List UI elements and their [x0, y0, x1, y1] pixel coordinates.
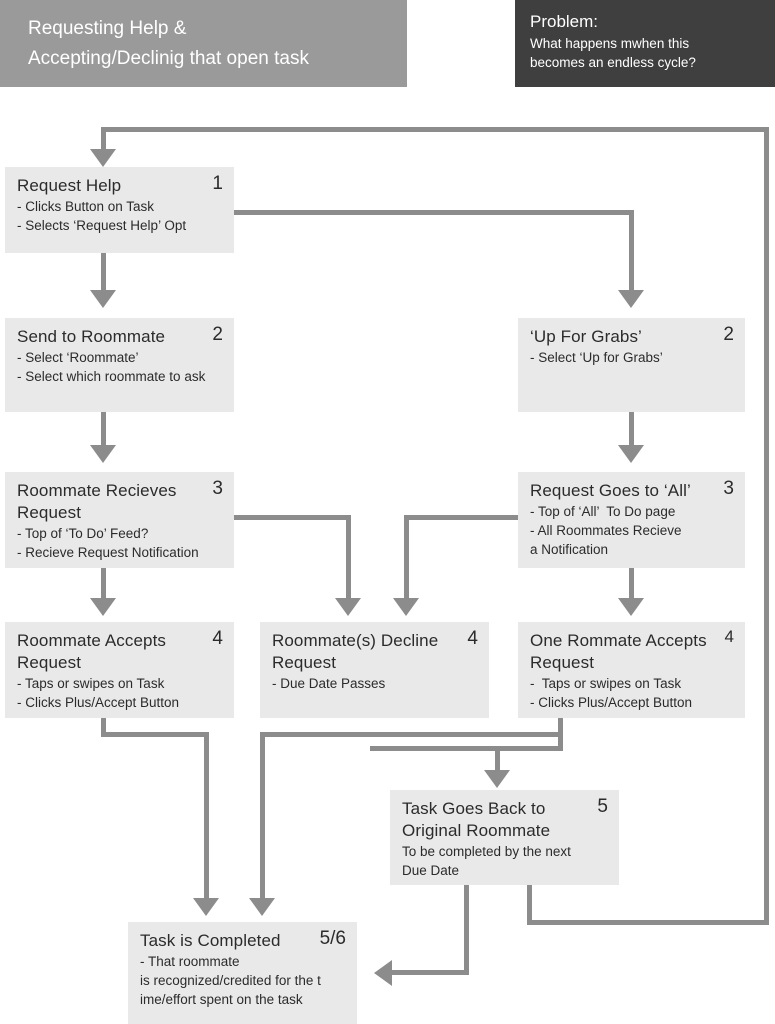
connector-box5-to-completed-horizontal: [392, 970, 469, 975]
node-up-for-grabs[interactable]: 2 ‘Up For Grabs’ - Select ‘Up for Grabs’: [518, 318, 745, 412]
node-title: Task Goes Back to: [402, 799, 546, 818]
connector-box4r-horizontal: [370, 746, 563, 751]
problem-callout: Problem: What happens mwhen this becomes…: [515, 0, 775, 87]
node-detail-line: - Select which roommate to ask: [17, 369, 206, 384]
header-title-line2: Accepting/Declinig that open task: [28, 48, 309, 69]
problem-callout-title: Problem:: [530, 12, 599, 31]
arrow-into-task-completed-right: [374, 960, 392, 986]
problem-callout-line1: What happens mwhen this: [530, 36, 690, 51]
node-title-line2: Request: [17, 653, 82, 672]
header-title-banner: Requesting Help & Accepting/Declinig tha…: [0, 0, 407, 87]
connector-box5-down-vertical: [464, 885, 469, 973]
arrow-into-up-for-grabs: [618, 290, 644, 308]
node-detail-line: - Select ‘Up for Grabs’: [530, 350, 663, 365]
arrow-into-decline-from-left: [335, 598, 361, 616]
node-request-goes-to-all[interactable]: 3 Request Goes to ‘All’ - Top of ‘All’ T…: [518, 472, 745, 568]
node-title: Roommate(s) Decline: [272, 631, 439, 650]
connector-loop-right-vertical: [764, 127, 769, 925]
node-number: 5: [597, 796, 608, 817]
node-detail-line: - All Roommates Recieve: [530, 523, 682, 538]
node-detail-line: Due Date: [402, 863, 460, 878]
connector-decline-horizontal: [260, 732, 560, 737]
node-roommate-accepts-request[interactable]: 4 Roommate Accepts Request - Taps or swi…: [5, 622, 234, 718]
node-detail-line: - Due Date Passes: [272, 676, 386, 691]
node-roommate-recieves-request[interactable]: 3 Roommate Recieves Request - Top of ‘To…: [5, 472, 234, 568]
node-number: 3: [212, 478, 223, 499]
node-number: 2: [212, 324, 223, 345]
header-title-line1: Requesting Help &: [28, 18, 187, 39]
connector-box1-to-box2-vertical: [101, 253, 106, 295]
connector-box4l-horizontal: [101, 732, 209, 737]
arrow-into-task-completed-middle: [249, 898, 275, 916]
node-title: Request Goes to ‘All’: [530, 481, 691, 500]
node-detail-line: - Select ‘Roommate’: [17, 350, 139, 365]
problem-callout-line2: becomes an endless cycle?: [530, 55, 696, 70]
connector-box1-right: [234, 210, 634, 215]
node-detail-line: - Selects ‘Request Help’ Opt: [17, 218, 187, 233]
node-detail-line: a Notification: [530, 542, 609, 557]
node-title-line2: Request: [272, 653, 337, 672]
node-request-help[interactable]: 1 Request Help - Clicks Button on Task -…: [5, 167, 234, 253]
arrow-into-roommate-accepts: [90, 598, 116, 616]
connector-decline-to-completed-vertical: [260, 732, 265, 902]
node-number: 2: [723, 324, 734, 345]
node-task-goes-back[interactable]: 5 Task Goes Back to Original Roommate To…: [390, 790, 619, 885]
node-task-is-completed[interactable]: 5/6 Task is Completed - That roommate is…: [128, 922, 357, 1024]
node-number: 1: [212, 173, 223, 194]
node-detail-line: - Taps or swipes on Task: [530, 676, 682, 691]
node-detail-line: - Recieve Request Notification: [17, 545, 199, 560]
arrow-into-task-completed-left: [193, 898, 219, 916]
node-detail-line: - Clicks Button on Task: [17, 199, 155, 214]
node-number: 4: [724, 627, 734, 646]
node-title: Request Help: [17, 176, 122, 195]
connector-box3l-to-decline-vertical: [346, 515, 351, 603]
flowchart-canvas: Requesting Help & Accepting/Declinig tha…: [0, 0, 775, 1024]
node-detail-line: To be completed by the next: [402, 844, 571, 859]
arrow-into-request-goes-to-all: [618, 445, 644, 463]
arrow-into-decline-from-right: [393, 598, 419, 616]
node-detail-line: - Taps or swipes on Task: [17, 676, 165, 691]
arrow-into-one-rommate-accepts: [618, 598, 644, 616]
connector-box3l-right-horizontal: [234, 515, 351, 520]
connector-loop-top-horizontal: [101, 127, 769, 132]
connector-box3r-left-horizontal: [404, 515, 521, 520]
node-title: Roommate Recieves: [17, 481, 177, 500]
connector-box4l-to-completed-vertical: [204, 732, 209, 902]
arrow-into-task-goes-back: [484, 770, 510, 788]
node-title-line2: Original Roommate: [402, 821, 551, 840]
node-detail-line: - Top of ‘All’ To Do page: [530, 504, 676, 519]
node-detail-line: - That roommate: [140, 954, 240, 969]
node-number: 4: [212, 628, 223, 649]
node-number: 3: [723, 478, 734, 499]
node-detail-line: - Clicks Plus/Accept Button: [530, 695, 693, 710]
node-detail-line: is recognized/credited for the t: [140, 973, 321, 988]
node-title: Roommate Accepts: [17, 631, 166, 650]
node-detail-line: - Clicks Plus/Accept Button: [17, 695, 180, 710]
connector-loop-bottom-horizontal: [527, 920, 769, 925]
arrow-into-send-to-roommate: [90, 290, 116, 308]
node-detail-line: - Top of ‘To Do’ Feed?: [17, 526, 149, 541]
node-title: Task is Completed: [140, 931, 281, 950]
connector-box1-to-upforgrabs-vertical: [629, 210, 634, 295]
arrow-into-roommate-recieves: [90, 445, 116, 463]
arrow-into-request-help: [90, 149, 116, 167]
node-title: Send to Roommate: [17, 327, 166, 346]
node-title: ‘Up For Grabs’: [530, 327, 642, 346]
node-number: 5/6: [319, 928, 346, 949]
node-detail-line: ime/effort spent on the task: [140, 992, 303, 1007]
node-one-rommate-accepts-request[interactable]: 4 One Rommate Accepts Request - Taps or …: [518, 622, 745, 718]
connector-box3r-to-decline-vertical: [404, 515, 409, 603]
node-roommates-decline-request[interactable]: 4 Roommate(s) Decline Request - Due Date…: [260, 622, 489, 718]
node-title: One Rommate Accepts: [530, 631, 707, 650]
node-title-line2: Request: [17, 503, 82, 522]
node-number: 4: [467, 628, 478, 649]
node-title-line2: Request: [530, 653, 595, 672]
node-send-to-roommate[interactable]: 2 Send to Roommate - Select ‘Roommate’ -…: [5, 318, 234, 412]
